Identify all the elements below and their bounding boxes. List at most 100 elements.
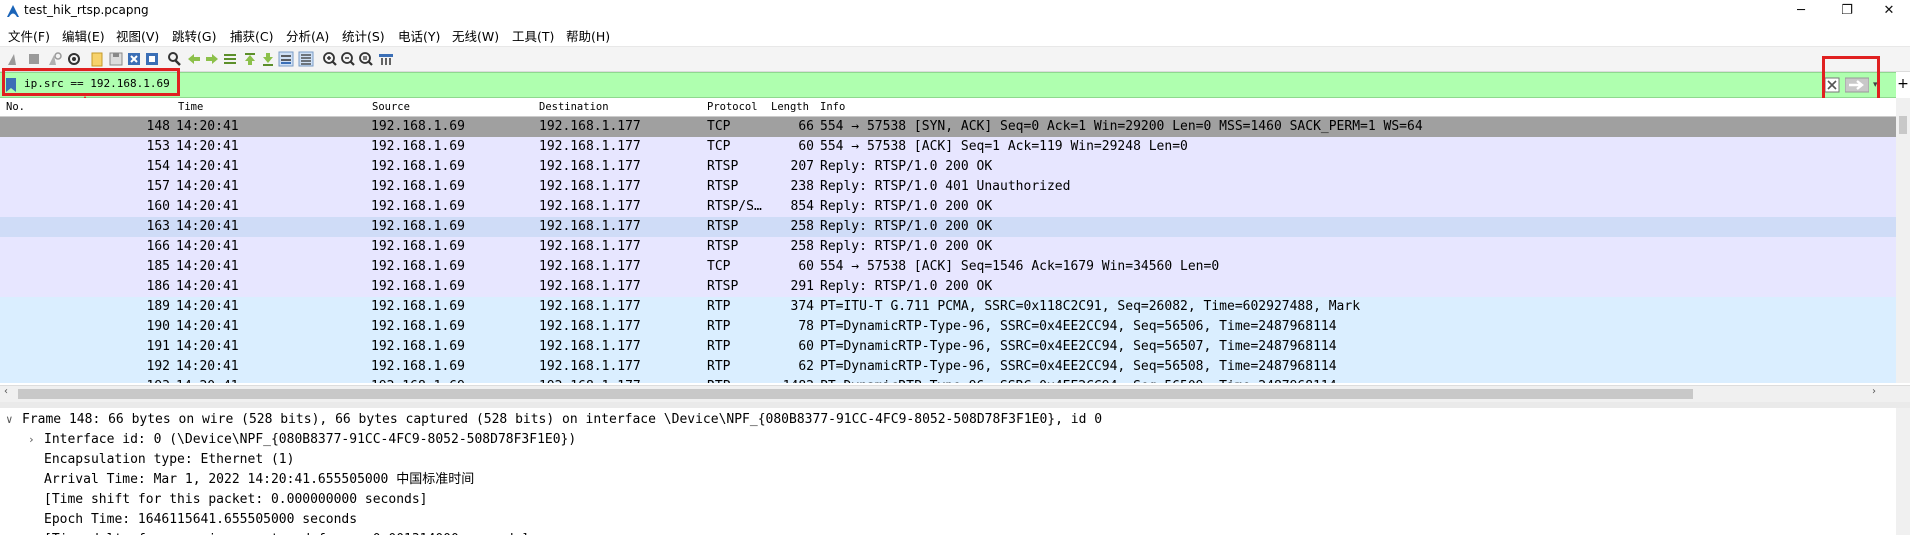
cell-protocol: RTP: [707, 299, 731, 314]
table-row[interactable]: 153 14:20:41 192.168.1.69 192.168.1.177 TCP 6…: [0, 137, 1896, 157]
scroll-left-icon[interactable]: ‹: [4, 386, 8, 397]
detail-line[interactable]: Encapsulation type: Ethernet (1): [0, 450, 1896, 470]
detail-text: Epoch Time: 1646115641.655505000 seconds: [44, 512, 358, 527]
cell-time: 14:20:41: [176, 279, 239, 294]
cell-no: 191: [146, 339, 170, 354]
detail-line[interactable]: Arrival Time: Mar 1, 2022 14:20:41.65550…: [0, 470, 1896, 490]
column-header-source[interactable]: Source: [372, 101, 410, 113]
capture-options-icon[interactable]: [66, 51, 82, 67]
scrollbar-thumb[interactable]: [18, 389, 1693, 399]
colorize-icon[interactable]: [298, 51, 314, 67]
menu-view[interactable]: 视图(V): [116, 26, 159, 45]
column-header-no[interactable]: No.: [6, 101, 25, 113]
packet-list-horizontal-scrollbar[interactable]: ‹ ›: [0, 385, 1910, 402]
collapsed-toggle-icon[interactable]: ›: [28, 430, 35, 450]
last-packet-icon[interactable]: [260, 51, 276, 67]
cell-time: 14:20:41: [176, 359, 239, 374]
details-vertical-scrollbar[interactable]: [1896, 408, 1910, 535]
close-button[interactable]: ✕: [1866, 0, 1910, 22]
cell-length: 291: [790, 279, 814, 294]
close-file-icon[interactable]: [126, 51, 142, 67]
menu-help[interactable]: 帮助(H): [566, 26, 610, 45]
zoom-in-icon[interactable]: [322, 51, 338, 67]
table-row[interactable]: 185 14:20:41 192.168.1.69 192.168.1.177 TCP 6…: [0, 257, 1896, 277]
go-forward-icon[interactable]: [204, 51, 220, 67]
detail-line[interactable]: Epoch Time: 1646115641.655505000 seconds: [0, 510, 1896, 530]
table-row[interactable]: 190 14:20:41 192.168.1.69 192.168.1.177 RTP 7…: [0, 317, 1896, 337]
table-row[interactable]: 191 14:20:41 192.168.1.69 192.168.1.177 RTP 6…: [0, 337, 1896, 357]
restart-icon[interactable]: [46, 51, 62, 67]
packet-list-vertical-scrollbar[interactable]: [1896, 98, 1910, 383]
table-row[interactable]: 154 14:20:41 192.168.1.69 192.168.1.177 RTSP…: [0, 157, 1896, 177]
scroll-right-icon[interactable]: ›: [1872, 386, 1876, 397]
cell-destination: 192.168.1.177: [539, 319, 641, 334]
detail-line[interactable]: [Time delta from previous captured frame…: [0, 530, 1896, 535]
table-row[interactable]: 157 14:20:41 192.168.1.69 192.168.1.177 RTSP…: [0, 177, 1896, 197]
auto-scroll-icon[interactable]: [278, 51, 294, 67]
table-row[interactable]: 166 14:20:41 192.168.1.69 192.168.1.177 RTSP…: [0, 237, 1896, 257]
display-filter-bar: ip.src == 192.168.1.69 ▾: [0, 72, 1896, 98]
column-header-protocol[interactable]: Protocol: [707, 101, 758, 113]
menu-analyze[interactable]: 分析(A): [286, 26, 329, 45]
first-packet-icon[interactable]: [242, 51, 258, 67]
detail-line[interactable]: › Interface id: 0 (\Device\NPF_{080B8377-…: [0, 430, 1896, 450]
go-back-icon[interactable]: [186, 51, 202, 67]
reload-icon[interactable]: [144, 51, 160, 67]
table-row[interactable]: 193 14:20:41 192.168.1.69 192.168.1.177 RTP 1…: [0, 377, 1896, 383]
table-row[interactable]: 148 14:20:41 192.168.1.69 192.168.1.177 TCP 6…: [0, 117, 1896, 137]
shark-fin-icon[interactable]: [6, 51, 22, 67]
menu-edit[interactable]: 编辑(E): [62, 26, 105, 45]
menu-statistics[interactable]: 统计(S): [342, 26, 385, 45]
cell-protocol: RTSP: [707, 159, 739, 174]
menu-wireless[interactable]: 无线(W): [452, 26, 499, 45]
add-filter-button[interactable]: +: [1896, 73, 1910, 95]
normal-size-icon[interactable]: [358, 51, 374, 67]
scrollbar-thumb[interactable]: [1899, 116, 1907, 134]
open-file-icon[interactable]: [90, 51, 106, 67]
go-to-packet-icon[interactable]: [222, 51, 238, 67]
table-row[interactable]: 160 14:20:41 192.168.1.69 192.168.1.177 RTSP…: [0, 197, 1896, 217]
detail-line[interactable]: ∨ Frame 148: 66 bytes on wire (528 bits),…: [0, 410, 1896, 430]
menu-telephony[interactable]: 电话(Y): [398, 26, 440, 45]
minimize-button[interactable]: ─: [1778, 0, 1824, 22]
column-header-length[interactable]: Length: [771, 101, 809, 113]
cell-length: 78: [798, 319, 814, 334]
cell-length: 854: [790, 199, 814, 214]
cell-info: PT=DynamicRTP-Type-96, SSRC=0x4EE2CC94, …: [820, 359, 1337, 374]
column-header-info[interactable]: Info: [820, 101, 845, 113]
expand-toggle-icon[interactable]: ∨: [6, 410, 13, 430]
menu-capture[interactable]: 捕获(C): [230, 26, 273, 45]
cell-protocol: RTP: [707, 339, 731, 354]
detail-text: Arrival Time: Mar 1, 2022 14:20:41.65550…: [44, 472, 475, 487]
cell-info: Reply: RTSP/1.0 200 OK: [820, 279, 993, 294]
cell-destination: 192.168.1.177: [539, 359, 641, 374]
table-row[interactable]: 186 14:20:41 192.168.1.69 192.168.1.177 RTSP…: [0, 277, 1896, 297]
menu-file[interactable]: 文件(F): [8, 26, 50, 45]
cell-destination: 192.168.1.177: [539, 299, 641, 314]
cell-source: 192.168.1.69: [371, 377, 465, 383]
cell-length: 1482: [762, 377, 814, 383]
cell-source: 192.168.1.69: [371, 359, 465, 374]
title-bar: test_hik_rtsp.pcapng ─ ❐ ✕: [0, 0, 1910, 22]
table-row[interactable]: 189 14:20:41 192.168.1.69 192.168.1.177 RTP 3…: [0, 297, 1896, 317]
resize-columns-icon[interactable]: [378, 51, 394, 67]
cell-no: 163: [146, 219, 170, 234]
stop-icon[interactable]: [26, 51, 42, 67]
zoom-out-icon[interactable]: [340, 51, 356, 67]
cell-info: Reply: RTSP/1.0 200 OK: [820, 159, 993, 174]
cell-protocol: RTP: [707, 377, 730, 383]
column-header-time[interactable]: Time: [178, 101, 203, 113]
table-row[interactable]: 163 14:20:41 192.168.1.69 192.168.1.177 RTSP…: [0, 217, 1896, 237]
restore-button[interactable]: ❐: [1824, 0, 1870, 22]
menu-go[interactable]: 跳转(G): [172, 26, 216, 45]
table-row[interactable]: 192 14:20:41 192.168.1.69 192.168.1.177 RTP 6…: [0, 357, 1896, 377]
cell-info: Reply: RTSP/1.0 200 OK: [820, 199, 993, 214]
detail-line[interactable]: [Time shift for this packet: 0.000000000…: [0, 490, 1896, 510]
column-header-destination[interactable]: Destination: [539, 101, 609, 113]
menu-tools[interactable]: 工具(T): [512, 26, 554, 45]
find-packet-icon[interactable]: [166, 51, 182, 67]
detail-text: [Time delta from previous captured frame…: [44, 530, 529, 535]
cell-protocol: RTSP/S…: [707, 199, 762, 214]
save-file-icon[interactable]: [108, 51, 124, 67]
cell-time: 14:20:41: [176, 239, 239, 254]
